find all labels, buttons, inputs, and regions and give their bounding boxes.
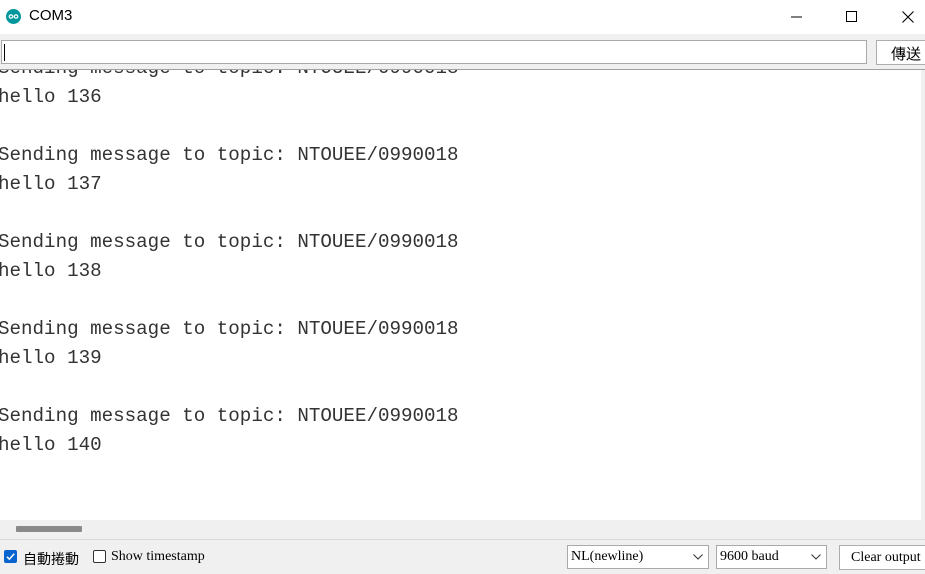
maximize-icon — [846, 11, 857, 22]
vertical-scrollbar[interactable] — [921, 70, 925, 520]
serial-output-area[interactable]: Sending message to topic: NTOUEE/0990018… — [0, 70, 921, 520]
output-line: Sending message to topic: NTOUEE/0990018 — [0, 405, 459, 427]
send-button[interactable]: 傳送 — [876, 40, 925, 65]
output-line: Sending message to topic: NTOUEE/0990018 — [0, 231, 459, 253]
close-icon — [902, 11, 914, 23]
output-line: hello 140 — [0, 434, 102, 456]
output-line: hello 136 — [0, 86, 102, 108]
baud-rate-select[interactable]: 9600 baud — [716, 545, 827, 569]
status-bar: 自動捲動 Show timestamp NL(newline) 9600 bau… — [0, 539, 925, 574]
output-line: hello 137 — [0, 173, 102, 195]
baud-rate-value: 9600 baud — [720, 549, 779, 564]
output-line: hello 139 — [0, 347, 102, 369]
arduino-logo-icon — [6, 9, 21, 24]
autoscroll-checkbox[interactable] — [4, 550, 17, 563]
output-line: Sending message to topic: NTOUEE/0990018 — [0, 318, 459, 340]
line-ending-value: NL(newline) — [571, 549, 644, 564]
window-title: COM3 — [29, 7, 73, 24]
output-line: Sending message to topic: NTOUEE/0990018 — [0, 70, 459, 79]
output-line: Sending message to topic: NTOUEE/0990018 — [0, 144, 459, 166]
horizontal-scrollbar[interactable] — [0, 520, 925, 539]
close-button[interactable] — [885, 0, 925, 34]
horizontal-scrollbar-thumb[interactable] — [16, 526, 82, 532]
send-message-input[interactable] — [1, 40, 867, 64]
autoscroll-label[interactable]: 自動捲動 — [23, 549, 79, 569]
show-timestamp-checkbox[interactable] — [93, 550, 106, 563]
checkmark-icon — [6, 553, 15, 561]
minimize-icon — [791, 16, 802, 18]
send-bar: 傳送 — [0, 34, 925, 70]
serial-monitor-window: COM3 傳送 Sending message to topic: NTOUEE… — [0, 0, 925, 574]
title-bar: COM3 — [0, 0, 925, 34]
chevron-down-icon — [693, 554, 703, 560]
output-line: hello 138 — [0, 260, 102, 282]
chevron-down-icon — [811, 554, 821, 560]
show-timestamp-label[interactable]: Show timestamp — [111, 549, 205, 565]
minimize-button[interactable] — [774, 0, 820, 34]
line-ending-select[interactable]: NL(newline) — [567, 545, 709, 569]
maximize-button[interactable] — [829, 0, 875, 34]
clear-output-button[interactable]: Clear output — [839, 545, 925, 570]
text-caret — [4, 44, 5, 61]
